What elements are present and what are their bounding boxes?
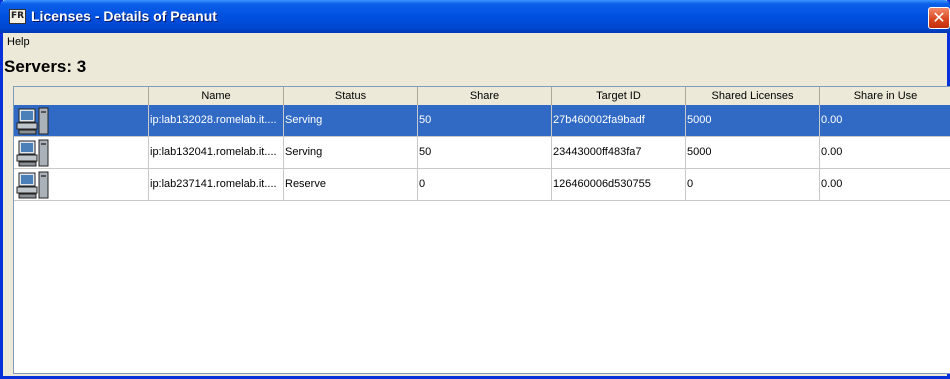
cell-shared-licenses: 5000: [686, 137, 820, 168]
cell-shared-licenses: 5000: [686, 105, 820, 136]
server-computer-icon: [16, 171, 49, 199]
window-title: Licenses - Details of Peanut: [31, 8, 217, 24]
servers-count-heading: Servers: 3: [4, 57, 87, 76]
server-icon-cell: [14, 169, 149, 200]
app-icon: FR: [9, 9, 26, 24]
cell-share: 50: [418, 137, 552, 168]
server-icon-cell: [14, 137, 149, 168]
server-computer-icon: [16, 107, 49, 135]
column-header-share[interactable]: Share: [418, 87, 552, 105]
cell-name: ip:lab132028.romelab.it....: [149, 105, 284, 136]
cell-share: 0: [418, 169, 552, 200]
server-computer-icon: [16, 139, 49, 167]
cell-shared-licenses: 0: [686, 169, 820, 200]
servers-table: Name Status Share Target ID Shared Licen…: [13, 86, 950, 374]
cell-share-in-use: 0.00: [820, 105, 950, 136]
cell-target-id: 126460006d530755: [552, 169, 686, 200]
table-row[interactable]: ip:lab132041.romelab.it.... Serving 50 2…: [14, 137, 950, 169]
column-header-target-id[interactable]: Target ID: [552, 87, 686, 105]
cell-name: ip:lab132041.romelab.it....: [149, 137, 284, 168]
column-header-name[interactable]: Name: [149, 87, 284, 105]
cell-status: Reserve: [284, 169, 418, 200]
cell-status: Serving: [284, 137, 418, 168]
server-icon-cell: [14, 105, 149, 136]
column-header-status[interactable]: Status: [284, 87, 418, 105]
cell-share-in-use: 0.00: [820, 137, 950, 168]
menu-help[interactable]: Help: [7, 36, 30, 48]
cell-name: ip:lab237141.romelab.it....: [149, 169, 284, 200]
licenses-window: FR Licenses - Details of Peanut ✕ Help S…: [0, 0, 950, 379]
close-button[interactable]: ✕: [928, 7, 950, 29]
cell-status: Serving: [284, 105, 418, 136]
cell-share: 50: [418, 105, 552, 136]
column-header-share-in-use[interactable]: Share in Use: [820, 87, 950, 105]
cell-target-id: 27b460002fa9badf: [552, 105, 686, 136]
menu-bar: Help: [3, 33, 947, 53]
column-header-icon[interactable]: [14, 87, 149, 105]
table-header: Name Status Share Target ID Shared Licen…: [14, 87, 950, 106]
title-bar[interactable]: FR Licenses - Details of Peanut ✕: [0, 0, 950, 33]
cell-share-in-use: 0.00: [820, 169, 950, 200]
column-header-shared-licenses[interactable]: Shared Licenses: [686, 87, 820, 105]
cell-target-id: 23443000ff483fa7: [552, 137, 686, 168]
table-row[interactable]: ip:lab237141.romelab.it.... Reserve 0 12…: [14, 169, 950, 201]
table-row[interactable]: ip:lab132028.romelab.it.... Serving 50 2…: [14, 105, 950, 137]
